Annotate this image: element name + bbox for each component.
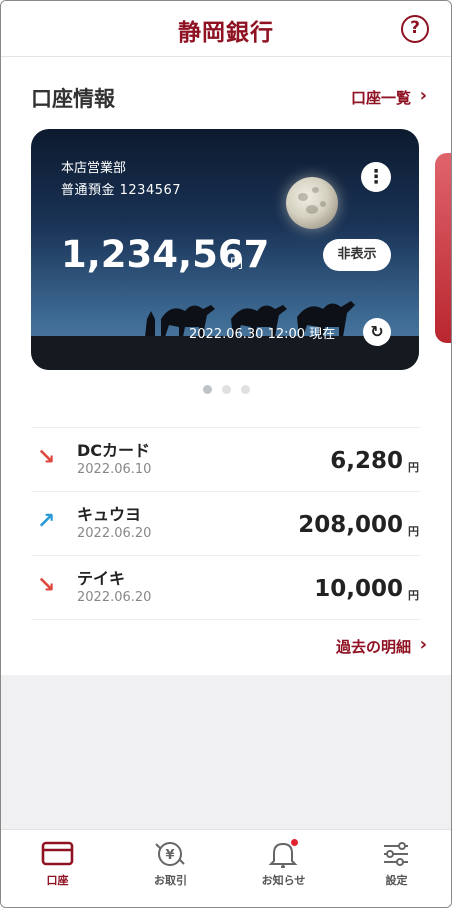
transaction-date: 2022.06.10 <box>77 462 152 477</box>
transaction-amount: 208,000 <box>298 512 403 538</box>
history-link[interactable]: 過去の明細 <box>336 636 411 657</box>
app-title: 静岡銀行 <box>178 19 274 46</box>
transaction-unit: 円 <box>408 589 419 602</box>
content-background <box>1 675 451 829</box>
app-header: 静岡銀行 ? <box>1 1 451 57</box>
transaction-name: キュウヨ <box>77 505 142 524</box>
carousel-dot[interactable] <box>240 385 250 394</box>
tab-notifications[interactable]: お知らせ <box>227 830 340 907</box>
transaction-row[interactable]: ↗ キュウヨ 2022.06.20 208,000 円 <box>31 492 421 556</box>
branch-name: 本店営業部 <box>61 161 127 176</box>
tab-label: お知らせ <box>261 874 306 887</box>
tab-settings[interactable]: 設定 <box>340 830 451 907</box>
tab-transactions[interactable]: ¥ お取引 <box>114 830 227 907</box>
card-icon <box>41 841 74 866</box>
notification-badge <box>291 839 298 846</box>
account-number: 普通預金 1234567 <box>61 183 182 198</box>
next-card-peek[interactable] <box>435 153 451 343</box>
hide-balance-button[interactable]: 非表示 <box>323 239 391 271</box>
svg-text:¥: ¥ <box>165 848 174 863</box>
app-screen: 静岡銀行 ? 口座情報 口座一覧 › 本店営業部 普通預金 1234567 ⋮ … <box>0 0 452 908</box>
moon-image <box>286 177 338 229</box>
carousel-dot[interactable] <box>202 385 212 394</box>
help-icon[interactable]: ? <box>401 15 429 43</box>
section-title: 口座情報 <box>31 87 115 111</box>
more-menu-icon[interactable]: ⋮ <box>361 162 391 192</box>
tab-label: お取引 <box>154 874 187 887</box>
transaction-out-arrow-icon: ↘ <box>37 445 56 470</box>
transaction-list: ↘ DCカード 2022.06.10 6,280 円 ↗ キュウヨ 2022.0… <box>31 427 421 620</box>
chevron-right-icon[interactable]: › <box>420 85 427 106</box>
settings-icon <box>384 842 408 866</box>
carousel-indicator <box>1 385 451 394</box>
account-card[interactable]: 本店営業部 普通預金 1234567 ⋮ 1,234,567 円 非表示 202… <box>31 129 419 370</box>
balance-currency: 円 <box>230 257 244 272</box>
transaction-row[interactable]: ↘ テイキ 2022.06.20 10,000 円 <box>31 556 421 620</box>
tab-account[interactable]: 口座 <box>1 830 114 907</box>
transaction-amount: 6,280 <box>330 448 403 474</box>
transaction-out-arrow-icon: ↘ <box>37 573 56 598</box>
as-of-timestamp: 2022.06.30 12:00 現在 <box>189 327 336 342</box>
bottom-tab-bar: 口座 ¥ お取引 お知らせ 設定 <box>1 829 451 907</box>
transaction-unit: 円 <box>408 461 419 474</box>
transaction-row[interactable]: ↘ DCカード 2022.06.10 6,280 円 <box>31 428 421 492</box>
account-list-link[interactable]: 口座一覧 <box>351 87 411 108</box>
transaction-date: 2022.06.20 <box>77 526 152 541</box>
transaction-name: DCカード <box>77 441 151 460</box>
transaction-unit: 円 <box>408 525 419 538</box>
transaction-amount: 10,000 <box>314 576 403 602</box>
bell-icon <box>268 842 298 868</box>
carousel-dot[interactable] <box>221 385 231 394</box>
tab-label: 口座 <box>46 874 69 887</box>
transaction-date: 2022.06.20 <box>77 590 152 605</box>
chevron-right-icon[interactable]: › <box>420 634 427 655</box>
exchange-icon: ¥ <box>155 842 185 866</box>
refresh-icon[interactable]: ↻ <box>363 318 391 346</box>
transaction-in-arrow-icon: ↗ <box>37 509 56 534</box>
tab-label: 設定 <box>385 874 408 887</box>
transaction-name: テイキ <box>77 569 126 588</box>
